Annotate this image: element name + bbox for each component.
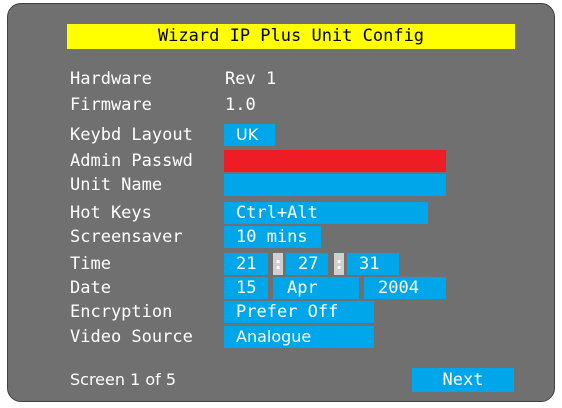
date-label: Date <box>70 278 111 298</box>
hot-keys-field[interactable]: Ctrl+Alt <box>224 202 428 224</box>
date-day-field[interactable]: 15 <box>224 277 268 299</box>
time-seconds-field[interactable]: 31 <box>347 253 399 275</box>
time-minutes-field[interactable]: 27 <box>286 253 328 275</box>
time-separator: : <box>334 253 345 275</box>
keyboard-layout-select[interactable]: UK <box>224 124 275 146</box>
page-title: Wizard IP Plus Unit Config <box>67 24 515 49</box>
time-label: Time <box>70 254 111 274</box>
unit-config-panel: Wizard IP Plus Unit Config Hardware Rev … <box>7 3 555 402</box>
firmware-label: Firmware <box>70 95 152 115</box>
firmware-value: 1.0 <box>225 95 256 115</box>
video-source-label: Video Source <box>70 327 193 347</box>
screensaver-label: Screensaver <box>70 227 183 247</box>
unit-name-label: Unit Name <box>70 175 163 195</box>
video-source-field[interactable]: Analogue <box>224 326 374 348</box>
date-month-field[interactable]: Apr <box>273 277 359 299</box>
admin-password-field[interactable] <box>224 150 446 172</box>
unit-name-field[interactable] <box>224 174 446 196</box>
encryption-label: Encryption <box>70 302 173 322</box>
time-hours-field[interactable]: 21 <box>224 253 268 275</box>
encryption-field[interactable]: Prefer Off <box>224 301 374 323</box>
screen-indicator: Screen 1 of 5 <box>70 370 177 389</box>
hardware-value: Rev 1 <box>225 69 277 89</box>
admin-password-label: Admin Passwd <box>70 151 193 171</box>
time-separator: : <box>273 253 284 275</box>
hardware-label: Hardware <box>70 69 152 89</box>
date-year-field[interactable]: 2004 <box>364 277 446 299</box>
next-button[interactable]: Next <box>412 368 514 392</box>
keyboard-layout-label: Keybd Layout <box>70 125 193 145</box>
screensaver-field[interactable]: 10 mins <box>224 226 321 248</box>
hot-keys-label: Hot Keys <box>70 203 152 223</box>
